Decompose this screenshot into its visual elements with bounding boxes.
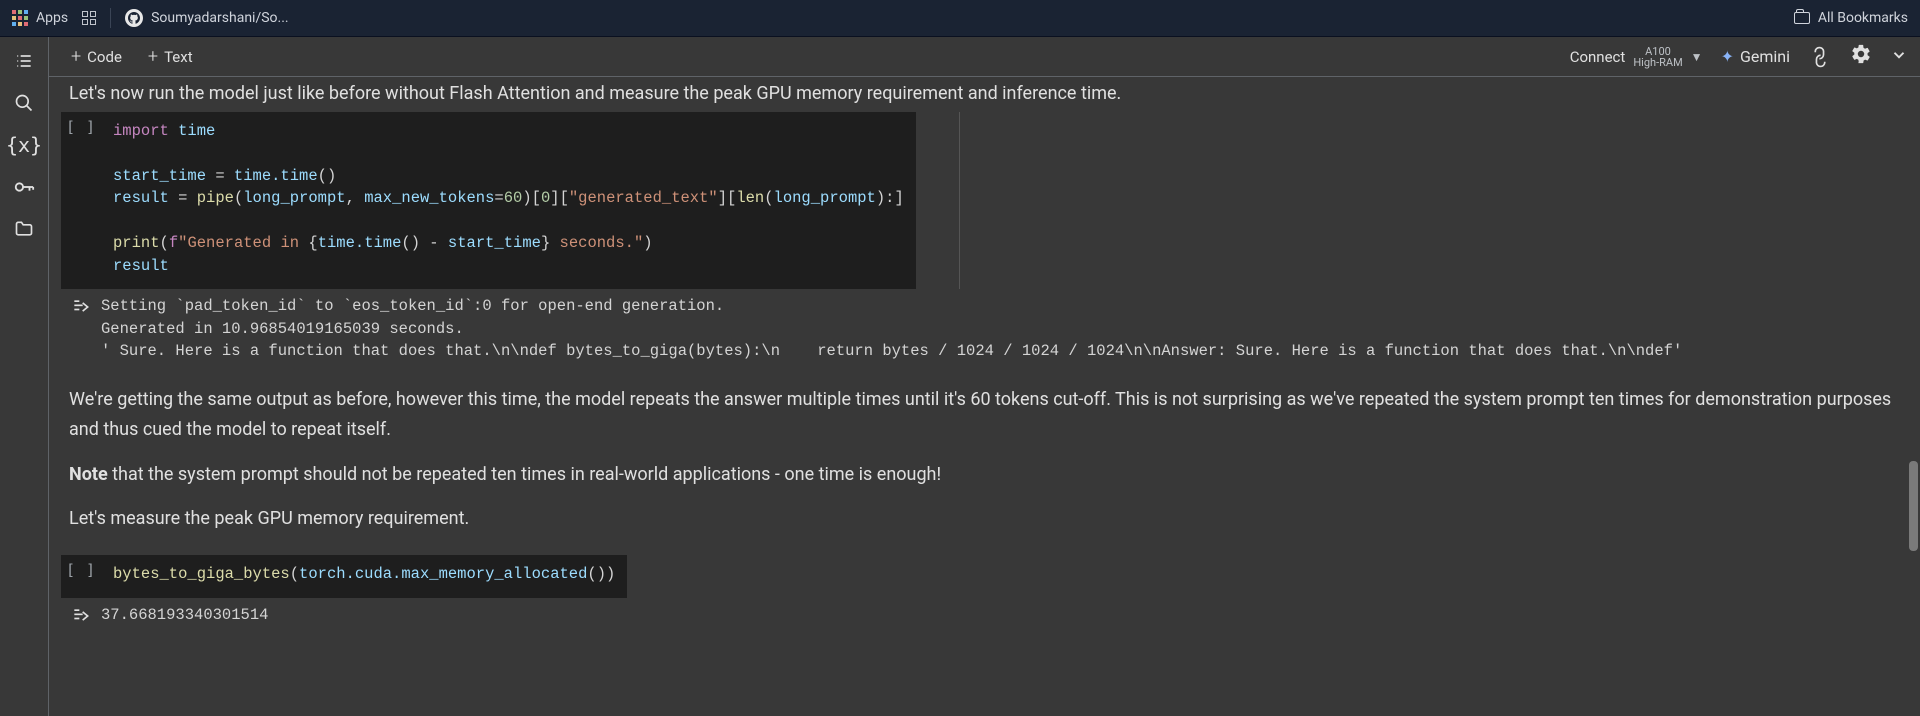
- variables-icon[interactable]: {x}: [12, 133, 36, 157]
- code-cell[interactable]: [ ] bytes_to_giga_bytes(torch.cuda.max_m…: [61, 555, 1908, 597]
- chevron-down-icon[interactable]: [1890, 45, 1908, 69]
- output-text: Setting `pad_token_id` to `eos_token_id`…: [101, 295, 1908, 362]
- all-bookmarks-label: All Bookmarks: [1818, 10, 1908, 26]
- toolbar: + Code + Text Connect A100 High-RAM ▼: [49, 37, 1920, 77]
- link-icon[interactable]: [1803, 40, 1837, 74]
- bookmarks-bar: Apps Soumyadarshani/So... All Bookmarks: [0, 0, 1920, 37]
- output-text: 37.668193340301514: [101, 604, 1908, 626]
- folder-icon: [1794, 12, 1810, 24]
- gear-icon[interactable]: [1850, 43, 1872, 70]
- plus-icon: +: [148, 46, 158, 67]
- gemini-icon: ✦: [1721, 47, 1734, 66]
- files-icon[interactable]: [12, 217, 36, 241]
- apps-label: Apps: [36, 10, 68, 26]
- add-text-button[interactable]: + Text: [138, 42, 203, 71]
- add-text-label: Text: [164, 48, 193, 66]
- gemini-label: Gemini: [1740, 47, 1790, 66]
- md-paragraph: Let's measure the peak GPU memory requir…: [69, 504, 1900, 535]
- gemini-button[interactable]: ✦ Gemini: [1721, 47, 1790, 66]
- md-paragraph: We're getting the same output as before,…: [69, 385, 1900, 446]
- cell-prompt: [ ]: [66, 118, 96, 136]
- left-rail: {x}: [0, 37, 49, 716]
- output-stream-icon[interactable]: [61, 604, 101, 626]
- markdown-cell[interactable]: We're getting the same output as before,…: [61, 371, 1908, 555]
- code-block[interactable]: import time start_time = time.time() res…: [101, 112, 916, 289]
- md-paragraph: Note that the system prompt should not b…: [69, 460, 1900, 491]
- connect-button[interactable]: Connect A100 High-RAM ▼: [1570, 46, 1703, 68]
- apps-shortcut[interactable]: Apps: [12, 10, 68, 26]
- apps-grid-icon: [12, 10, 28, 26]
- hardware-indicator: A100 High-RAM: [1633, 46, 1682, 68]
- toc-icon[interactable]: [12, 49, 36, 73]
- secrets-icon[interactable]: [12, 175, 36, 199]
- divider: [110, 8, 111, 28]
- clipped-text: Let's now run the model just like before…: [61, 77, 1908, 112]
- chevron-down-icon: ▼: [1691, 50, 1703, 64]
- github-bookmark-label: Soumyadarshani/So...: [151, 10, 289, 26]
- all-bookmarks-button[interactable]: All Bookmarks: [1794, 10, 1908, 26]
- output-stream-icon[interactable]: [61, 295, 101, 362]
- add-code-label: Code: [87, 48, 122, 66]
- github-icon: [125, 9, 143, 27]
- grid-icon[interactable]: [82, 11, 96, 25]
- connect-label: Connect: [1570, 48, 1626, 66]
- code-block[interactable]: bytes_to_giga_bytes(torch.cuda.max_memor…: [101, 555, 627, 597]
- search-icon[interactable]: [12, 91, 36, 115]
- code-cell[interactable]: [ ] import time start_time = time.time()…: [61, 112, 1908, 289]
- scrollbar[interactable]: [1909, 461, 1918, 551]
- add-code-button[interactable]: + Code: [61, 42, 132, 71]
- notebook-document[interactable]: Let's now run the model just like before…: [49, 77, 1920, 716]
- plus-icon: +: [71, 46, 81, 67]
- cell-output: 37.668193340301514: [61, 604, 1908, 626]
- cell-prompt: [ ]: [66, 561, 96, 579]
- github-bookmark[interactable]: Soumyadarshani/So...: [125, 9, 289, 27]
- cell-output: Setting `pad_token_id` to `eos_token_id`…: [61, 295, 1908, 362]
